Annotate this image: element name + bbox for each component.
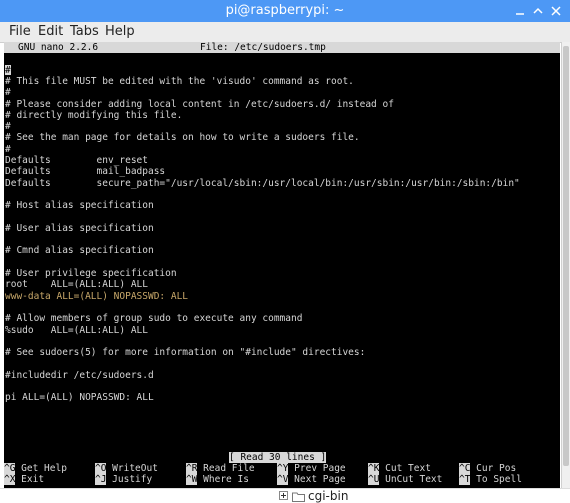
menu-help[interactable]: Help — [105, 24, 135, 39]
editor-line: # See the man page for details on how to… — [5, 132, 360, 144]
editor-line: # Please consider adding local content i… — [5, 98, 394, 110]
shortcut-item[interactable]: ^Y Prev Page — [277, 463, 346, 474]
shortcut-item[interactable]: ^X Exit — [4, 474, 45, 486]
maximize-button[interactable] — [530, 3, 546, 19]
editor-line: pi ALL=(ALL) NOPASSWD: ALL — [5, 392, 154, 404]
minimize-button[interactable] — [512, 3, 528, 19]
shortcut-key: ^W — [186, 474, 198, 486]
shortcut-item[interactable]: ^W Where Is — [186, 474, 249, 486]
shortcut-label: Read File — [197, 463, 255, 474]
close-icon — [551, 6, 561, 16]
editor-line: # — [5, 87, 11, 99]
editor-line: %sudo ALL=(ALL:ALL) ALL — [5, 324, 148, 336]
editor-line: # User privilege specification — [5, 268, 177, 279]
shortcut-label: Justify — [106, 474, 153, 486]
shortcut-label: Get Help — [15, 463, 67, 474]
shortcut-key: ^Y — [277, 463, 289, 474]
shortcut-label: Cut Text — [379, 463, 431, 474]
shortcut-key: ^C — [459, 463, 471, 474]
shortcut-label: Prev Page — [288, 463, 346, 474]
editor-line: # Cmnd alias specification — [5, 245, 154, 257]
editor-line: # See sudoers(5) for more information on… — [5, 347, 366, 359]
shortcut-label: Cur Pos — [470, 463, 517, 474]
tree-item-cgi-bin[interactable]: cgi-bin — [279, 489, 348, 503]
window-titlebar: pi@raspberrypi: ~ — [0, 0, 570, 22]
shortcut-item[interactable]: ^K Cut Text — [368, 463, 431, 474]
maximize-icon — [533, 7, 543, 14]
editor-line: # directly modifying this file. — [5, 109, 183, 121]
editor-line: # This file MUST be edited with the 'vis… — [5, 75, 354, 87]
editor-line: # — [5, 121, 11, 133]
menubar: File Edit Tabs Help — [0, 22, 570, 43]
shortcut-label: UnCut Text — [379, 474, 443, 486]
minimize-icon — [516, 13, 524, 15]
editor-line: Defaults env_reset — [5, 155, 148, 166]
close-button[interactable] — [548, 3, 564, 19]
shortcut-key: ^T — [459, 474, 471, 486]
shortcut-item[interactable]: ^O WriteOut — [95, 463, 158, 474]
menu-tabs[interactable]: Tabs — [70, 24, 99, 39]
shortcut-key: ^X — [4, 474, 16, 486]
menu-edit[interactable]: Edit — [38, 24, 63, 39]
editor-line: # Allow members of group sudo to execute… — [5, 313, 303, 325]
editor-line: # — [5, 143, 11, 155]
editor-line: Defaults secure_path="/usr/local/sbin:/u… — [5, 177, 520, 189]
editor-line: Defaults mail_badpass — [5, 166, 166, 178]
shortcut-key: ^G — [4, 463, 16, 474]
shortcut-label: Where Is — [197, 474, 249, 486]
editor-line: # Host alias specification — [5, 200, 154, 212]
shortcut-label: Next Page — [288, 474, 346, 486]
shortcut-key: ^J — [95, 474, 107, 486]
shortcut-item[interactable]: ^C Cur Pos — [459, 463, 516, 474]
shortcut-label: WriteOut — [106, 463, 158, 474]
shortcut-key: ^U — [368, 474, 380, 486]
shortcut-item[interactable]: ^R Read File — [186, 463, 255, 474]
terminal[interactable]: GNU nano 2.2.6 File: /etc/sudoers.tmp # #… — [4, 42, 560, 488]
editor-line: root ALL=(ALL:ALL) ALL — [5, 279, 148, 291]
shortcut-item[interactable]: ^T To Spell — [459, 474, 522, 486]
editor-line: # User alias specification — [5, 222, 154, 234]
editor-line: # — [5, 64, 11, 76]
shortcut-label: To Spell — [470, 474, 522, 486]
menu-file[interactable]: File — [9, 24, 31, 39]
folder-label: cgi-bin — [308, 489, 349, 503]
shortcut-key: ^R — [186, 463, 198, 474]
cursor-char: # — [5, 64, 11, 76]
folder-icon — [292, 492, 305, 502]
shortcut-key: ^O — [95, 463, 107, 474]
editor-line: www-data ALL=(ALL) NOPASSWD: ALL — [5, 290, 189, 302]
status-message: [ Read 30 lines ] — [229, 452, 327, 464]
shortcut-label: Exit — [15, 474, 45, 486]
nano-version: GNU nano 2.2.6 — [18, 42, 99, 53]
scrollbar[interactable] — [561, 42, 570, 488]
scrollbar-thumb[interactable] — [563, 46, 569, 466]
nano-header: GNU nano 2.2.6 File: /etc/sudoers.tmp — [4, 42, 560, 54]
shortcut-item[interactable]: ^V Next Page — [277, 474, 346, 486]
shortcut-key: ^K — [368, 463, 380, 474]
shortcut-item[interactable]: ^J Justify — [95, 474, 153, 486]
window-title: pi@raspberrypi: ~ — [225, 3, 345, 18]
nano-filename: File: /etc/sudoers.tmp — [200, 42, 326, 53]
shortcut-item[interactable]: ^G Get Help — [4, 463, 67, 474]
shortcut-key: ^V — [277, 474, 289, 486]
shortcut-item[interactable]: ^U UnCut Text — [368, 474, 443, 486]
editor-line: #includedir /etc/sudoers.d — [5, 369, 154, 381]
file-manager-strip: cgi-bin — [0, 488, 570, 503]
expand-icon[interactable] — [279, 491, 289, 501]
